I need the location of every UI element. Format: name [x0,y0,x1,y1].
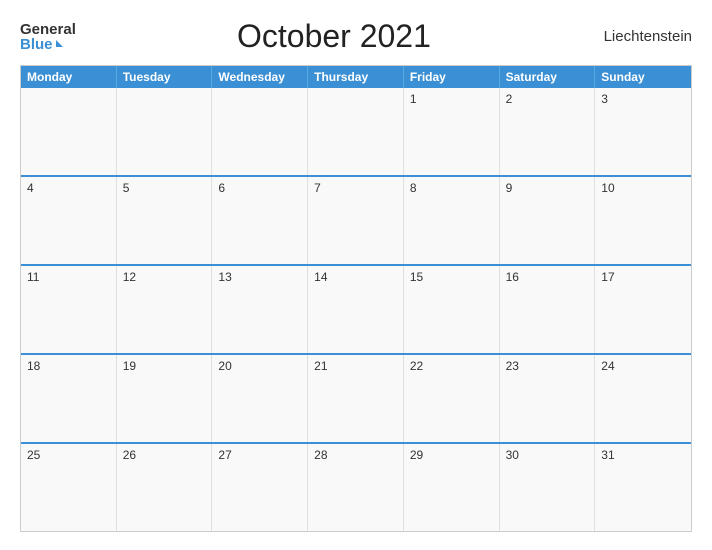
calendar-day[interactable]: 1 [404,88,500,175]
calendar-week-5: 25 26 27 28 29 30 31 [21,442,691,531]
calendar-week-4: 18 19 20 21 22 23 24 [21,353,691,442]
calendar-day[interactable]: 7 [308,177,404,264]
calendar-day[interactable] [308,88,404,175]
calendar-day[interactable]: 24 [595,355,691,442]
day-number: 24 [601,359,685,373]
day-number: 7 [314,181,397,195]
calendar-day[interactable]: 29 [404,444,500,531]
calendar-day[interactable]: 19 [117,355,213,442]
day-number: 8 [410,181,493,195]
col-header-sunday: Sunday [595,66,691,88]
day-number: 3 [601,92,685,106]
day-number: 16 [506,270,589,284]
calendar-day[interactable]: 28 [308,444,404,531]
calendar-day[interactable]: 20 [212,355,308,442]
col-header-wednesday: Wednesday [212,66,308,88]
day-number: 20 [218,359,301,373]
calendar-week-1: 123 [21,88,691,175]
calendar-day[interactable]: 8 [404,177,500,264]
day-number: 25 [27,448,110,462]
day-number: 6 [218,181,301,195]
logo-blue-text: Blue [20,37,53,52]
day-number: 22 [410,359,493,373]
page: General Blue October 2021 Liechtenstein … [0,0,712,550]
day-number: 23 [506,359,589,373]
day-number: 18 [27,359,110,373]
calendar-day[interactable]: 13 [212,266,308,353]
logo-blue-row: Blue [20,37,63,52]
calendar-day[interactable]: 6 [212,177,308,264]
calendar-day[interactable]: 30 [500,444,596,531]
calendar-day[interactable]: 3 [595,88,691,175]
day-number: 15 [410,270,493,284]
logo-triangle-icon [56,40,63,47]
calendar-body: 1234567891011121314151617181920212223242… [21,88,691,531]
calendar-day[interactable]: 9 [500,177,596,264]
day-number: 26 [123,448,206,462]
day-number: 14 [314,270,397,284]
day-number: 2 [506,92,589,106]
day-number: 4 [27,181,110,195]
calendar-day[interactable]: 11 [21,266,117,353]
calendar-day[interactable]: 10 [595,177,691,264]
logo-general-text: General [20,22,76,37]
calendar-day[interactable]: 17 [595,266,691,353]
col-header-tuesday: Tuesday [117,66,213,88]
calendar-header-row: Monday Tuesday Wednesday Thursday Friday… [21,66,691,88]
col-header-monday: Monday [21,66,117,88]
calendar-day[interactable] [21,88,117,175]
calendar-day[interactable]: 23 [500,355,596,442]
calendar-day[interactable]: 2 [500,88,596,175]
calendar-day[interactable]: 31 [595,444,691,531]
calendar-day[interactable]: 12 [117,266,213,353]
calendar-day[interactable]: 22 [404,355,500,442]
day-number: 31 [601,448,685,462]
calendar-day[interactable]: 14 [308,266,404,353]
calendar-day[interactable] [212,88,308,175]
calendar: Monday Tuesday Wednesday Thursday Friday… [20,65,692,532]
calendar-title: October 2021 [76,18,592,55]
day-number: 29 [410,448,493,462]
day-number: 10 [601,181,685,195]
day-number: 9 [506,181,589,195]
day-number: 28 [314,448,397,462]
header: General Blue October 2021 Liechtenstein [20,18,692,55]
day-number: 13 [218,270,301,284]
calendar-day[interactable]: 4 [21,177,117,264]
calendar-day[interactable]: 18 [21,355,117,442]
day-number: 11 [27,270,110,284]
calendar-day[interactable]: 25 [21,444,117,531]
day-number: 30 [506,448,589,462]
country-label: Liechtenstein [592,28,692,45]
day-number: 5 [123,181,206,195]
calendar-week-2: 456789 10 [21,175,691,264]
day-number: 17 [601,270,685,284]
col-header-friday: Friday [404,66,500,88]
day-number: 1 [410,92,493,106]
calendar-week-3: 11 12 13 14 15 16 17 [21,264,691,353]
day-number: 12 [123,270,206,284]
calendar-day[interactable]: 15 [404,266,500,353]
logo: General Blue [20,22,76,52]
col-header-saturday: Saturday [500,66,596,88]
col-header-thursday: Thursday [308,66,404,88]
day-number: 27 [218,448,301,462]
calendar-day[interactable]: 26 [117,444,213,531]
day-number: 21 [314,359,397,373]
calendar-day[interactable]: 27 [212,444,308,531]
calendar-day[interactable] [117,88,213,175]
calendar-day[interactable]: 5 [117,177,213,264]
calendar-day[interactable]: 16 [500,266,596,353]
calendar-day[interactable]: 21 [308,355,404,442]
day-number: 19 [123,359,206,373]
